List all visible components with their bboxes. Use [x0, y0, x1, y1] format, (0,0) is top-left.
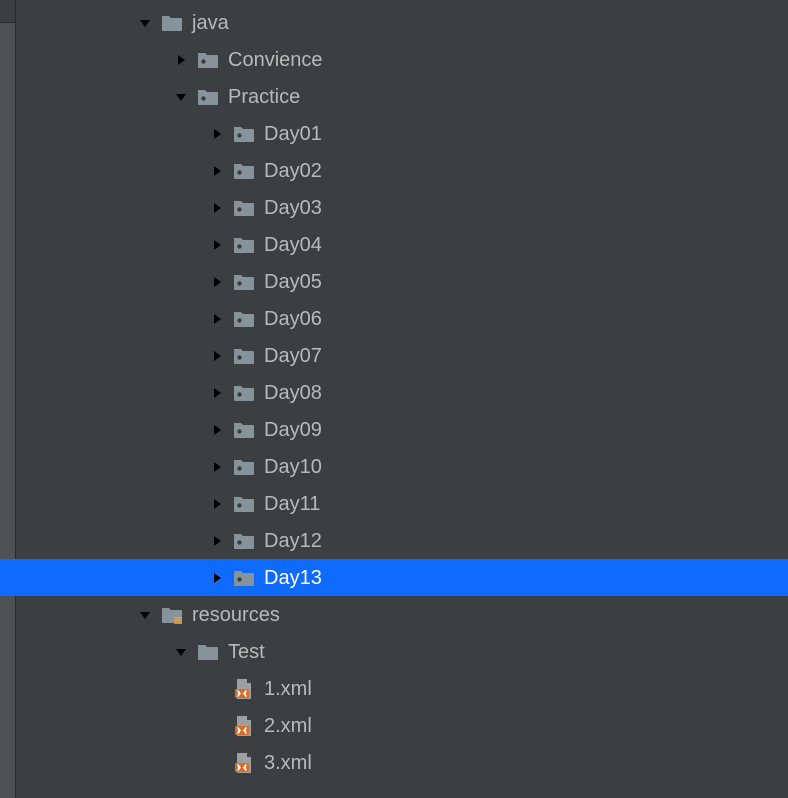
package-folder-icon — [232, 345, 256, 367]
tree-label: Day04 — [264, 234, 322, 256]
tree-label: 3.xml — [264, 752, 312, 774]
tree-label: Day05 — [264, 271, 322, 293]
tree-node-resources[interactable]: resources — [26, 596, 788, 633]
tree-node-convience[interactable]: Convience — [26, 41, 788, 78]
source-folder-icon — [160, 12, 184, 34]
xml-file-icon — [232, 715, 256, 737]
chevron-down-icon[interactable] — [134, 12, 156, 34]
tree-node-day12[interactable]: Day12 — [26, 522, 788, 559]
tree-label: resources — [192, 604, 280, 626]
tree-node-practice[interactable]: Practice — [26, 78, 788, 115]
tree-node-day04[interactable]: Day04 — [26, 226, 788, 263]
tool-window-gutter — [0, 0, 16, 798]
package-folder-icon — [232, 530, 256, 552]
tree-node-file-2xml[interactable]: 2.xml — [26, 707, 788, 744]
tree-label: Day08 — [264, 382, 322, 404]
tree-label: 2.xml — [264, 715, 312, 737]
tree-node-day06[interactable]: Day06 — [26, 300, 788, 337]
package-folder-icon — [232, 493, 256, 515]
chevron-right-icon[interactable] — [206, 456, 228, 478]
chevron-right-icon[interactable] — [206, 123, 228, 145]
tree-node-test[interactable]: Test — [26, 633, 788, 670]
tree-node-day05[interactable]: Day05 — [26, 263, 788, 300]
tree-node-java[interactable]: java — [26, 4, 788, 41]
chevron-right-icon[interactable] — [170, 49, 192, 71]
package-folder-icon — [232, 382, 256, 404]
tree-node-file-1xml[interactable]: 1.xml — [26, 670, 788, 707]
xml-file-icon — [232, 678, 256, 700]
package-folder-icon — [232, 234, 256, 256]
tree-node-day08[interactable]: Day08 — [26, 374, 788, 411]
package-folder-icon — [232, 123, 256, 145]
resources-folder-icon — [160, 604, 184, 626]
chevron-right-icon[interactable] — [206, 382, 228, 404]
package-folder-icon — [196, 86, 220, 108]
chevron-right-icon[interactable] — [206, 345, 228, 367]
package-folder-icon — [232, 567, 256, 589]
tree-label: Day02 — [264, 160, 322, 182]
chevron-right-icon[interactable] — [206, 234, 228, 256]
package-folder-icon — [232, 271, 256, 293]
tree-node-day13[interactable]: Day13 — [26, 559, 788, 596]
chevron-down-icon[interactable] — [170, 86, 192, 108]
chevron-right-icon[interactable] — [206, 271, 228, 293]
tree-label: Day13 — [264, 567, 322, 589]
chevron-down-icon[interactable] — [134, 604, 156, 626]
package-folder-icon — [232, 419, 256, 441]
tree-label: Test — [228, 641, 265, 663]
chevron-right-icon[interactable] — [206, 567, 228, 589]
chevron-right-icon[interactable] — [206, 197, 228, 219]
tree-label: Day11 — [264, 493, 320, 515]
chevron-right-icon[interactable] — [206, 493, 228, 515]
package-folder-icon — [232, 456, 256, 478]
tree-label: Day07 — [264, 345, 322, 367]
tree-label: Convience — [228, 49, 323, 71]
tree-node-day07[interactable]: Day07 — [26, 337, 788, 374]
tree-node-day01[interactable]: Day01 — [26, 115, 788, 152]
tree-node-day10[interactable]: Day10 — [26, 448, 788, 485]
tree-label: java — [192, 12, 229, 34]
project-tree: java Convience Practice Day01 Day02 Day0… — [26, 4, 788, 781]
chevron-right-icon[interactable] — [206, 419, 228, 441]
tree-label: Practice — [228, 86, 300, 108]
package-folder-icon — [232, 197, 256, 219]
chevron-right-icon[interactable] — [206, 160, 228, 182]
tree-node-day11[interactable]: Day11 — [26, 485, 788, 522]
tree-label: Day01 — [264, 123, 322, 145]
package-folder-icon — [232, 160, 256, 182]
xml-file-icon — [232, 752, 256, 774]
package-folder-icon — [196, 49, 220, 71]
chevron-right-icon[interactable] — [206, 530, 228, 552]
package-folder-icon — [232, 308, 256, 330]
tree-label: Day12 — [264, 530, 322, 552]
tree-node-day02[interactable]: Day02 — [26, 152, 788, 189]
tree-node-file-3xml[interactable]: 3.xml — [26, 744, 788, 781]
chevron-down-icon[interactable] — [170, 641, 192, 663]
tree-node-day09[interactable]: Day09 — [26, 411, 788, 448]
tree-label: Day09 — [264, 419, 322, 441]
folder-icon — [196, 641, 220, 663]
tree-label: 1.xml — [264, 678, 312, 700]
tree-label: Day10 — [264, 456, 322, 478]
tree-label: Day03 — [264, 197, 322, 219]
chevron-right-icon[interactable] — [206, 308, 228, 330]
tree-node-day03[interactable]: Day03 — [26, 189, 788, 226]
tree-label: Day06 — [264, 308, 322, 330]
tool-window-tab-stub[interactable] — [0, 0, 15, 23]
